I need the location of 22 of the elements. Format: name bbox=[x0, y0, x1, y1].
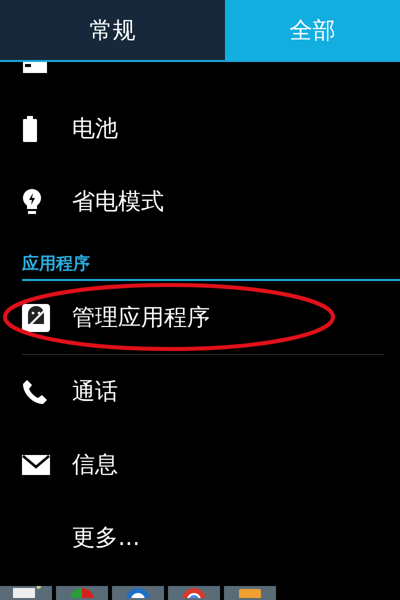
settings-item[interactable]: 省电模式 bbox=[22, 165, 384, 238]
notepad-icon[interactable] bbox=[11, 586, 41, 598]
item-label: 管理应用程序 bbox=[72, 304, 210, 333]
globe-icon[interactable] bbox=[123, 586, 153, 598]
settings-item[interactable]: 电池 bbox=[22, 92, 384, 165]
phone-icon bbox=[22, 378, 48, 404]
item-label: 信息 bbox=[72, 451, 118, 480]
settings-item[interactable]: 通话 bbox=[22, 355, 384, 428]
section-header: 应用程序 bbox=[22, 252, 400, 281]
item-label: 更多... bbox=[72, 524, 140, 553]
chrome-icon[interactable] bbox=[179, 586, 209, 598]
battery-icon bbox=[22, 116, 38, 142]
settings-item[interactable]: 更多... bbox=[22, 501, 384, 574]
item-label: 省电模式 bbox=[72, 188, 164, 217]
mail-icon bbox=[22, 454, 50, 474]
android-app-icon bbox=[22, 304, 50, 332]
item-label: 电池 bbox=[72, 115, 118, 144]
lightbulb-icon bbox=[22, 188, 42, 216]
settings-item[interactable]: 管理应用程序 bbox=[22, 281, 384, 355]
item-label: 通话 bbox=[72, 378, 118, 407]
settings-item[interactable]: 信息 bbox=[22, 428, 384, 501]
tab[interactable]: 常规 bbox=[0, 0, 225, 62]
